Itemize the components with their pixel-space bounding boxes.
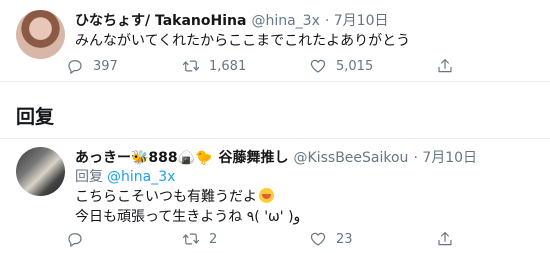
replying-to: 回复 @hina_3x — [75, 167, 175, 187]
tweet-actions: 2 23 — [66, 229, 466, 249]
tweet-header: あっきー🐝888🍙🐤 谷藤舞推し @KissBeeSaikou · 7月10日 — [75, 147, 534, 167]
like-button[interactable]: 23 — [309, 229, 353, 249]
tweet-text-line2: 今日も頑張って生きようね ٩( 'ω' )و — [75, 209, 301, 225]
avatar[interactable] — [16, 147, 65, 196]
display-name[interactable]: ひなちょす/ TakanoHina — [75, 10, 246, 30]
tweet-date[interactable]: · 7月10日 — [413, 147, 477, 167]
section-title: 回复 — [16, 106, 55, 128]
tweet-text: みんながいてくれたからここまでこれたよありがとう — [75, 33, 411, 49]
retweet-count: 1,681 — [209, 58, 247, 74]
section-gap — [0, 83, 550, 138]
user-handle[interactable]: @hina_3x — [251, 13, 319, 29]
reply-label: 回复 — [75, 169, 103, 185]
main-tweet[interactable]: ひなちょす/ TakanoHina @hina_3x · 7月10日 みんながい… — [0, 0, 550, 82]
share-icon — [438, 232, 452, 246]
display-name-suffix[interactable]: 谷藤舞推し — [219, 147, 289, 167]
reply-icon — [68, 233, 82, 247]
tweet-header: ひなちょす/ TakanoHina @hina_3x · 7月10日 — [75, 10, 534, 30]
heart-icon — [310, 232, 326, 246]
like-button[interactable]: 5,015 — [309, 56, 373, 76]
retweet-icon — [182, 60, 200, 72]
reply-handle-link[interactable]: @hina_3x — [107, 169, 175, 185]
smiling-face-emoji-icon — [259, 188, 274, 203]
heart-icon — [310, 59, 326, 73]
display-name[interactable]: あっきー🐝888🍙🐤 — [75, 147, 213, 167]
like-count: 5,015 — [336, 58, 374, 74]
reply-icon — [68, 60, 82, 74]
share-button[interactable] — [436, 56, 454, 76]
retweet-button[interactable]: 2 — [182, 229, 217, 249]
retweet-button[interactable]: 1,681 — [182, 56, 246, 76]
user-handle[interactable]: @KissBeeSaikou — [294, 150, 409, 166]
share-icon — [438, 59, 452, 73]
avatar[interactable] — [16, 10, 65, 59]
reply-button[interactable] — [66, 229, 93, 249]
tweet-text-line: こちらこそいつも有難うだよ — [75, 187, 534, 207]
tweet-actions: 397 1,681 5,015 — [66, 56, 466, 76]
retweet-icon — [182, 233, 200, 245]
share-button[interactable] — [436, 229, 454, 249]
tweet-text-line1: こちらこそいつも有難うだよ — [75, 189, 257, 205]
reply-count: 397 — [93, 58, 118, 74]
retweet-count: 2 — [209, 231, 218, 247]
reply-button[interactable]: 397 — [66, 56, 118, 76]
tweet-date[interactable]: · 7月10日 — [325, 10, 389, 30]
like-count: 23 — [336, 231, 353, 247]
reply-tweet[interactable]: あっきー🐝888🍙🐤 谷藤舞推し @KissBeeSaikou · 7月10日 … — [0, 138, 550, 253]
